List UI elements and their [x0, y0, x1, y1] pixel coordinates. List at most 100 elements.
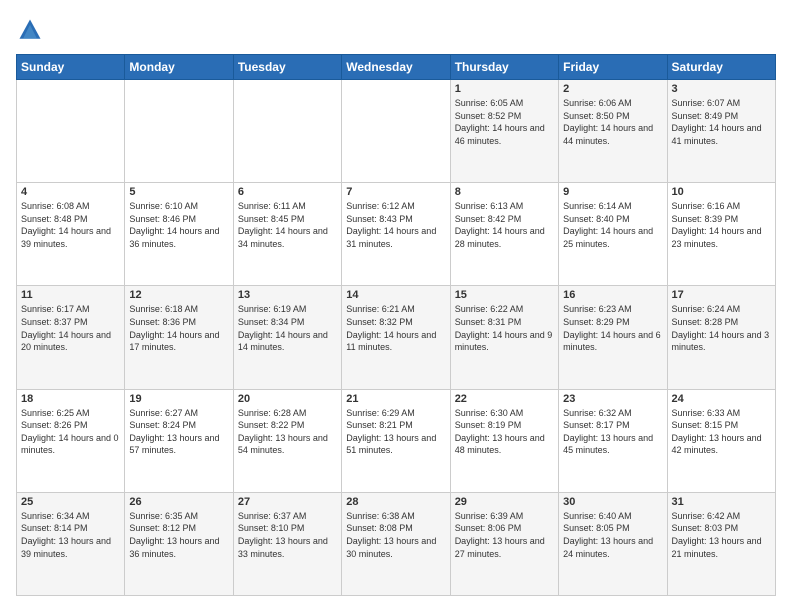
day-info: Sunrise: 6:30 AM Sunset: 8:19 PM Dayligh…	[455, 407, 554, 457]
calendar-day-header: Saturday	[667, 55, 775, 80]
calendar-cell: 30Sunrise: 6:40 AM Sunset: 8:05 PM Dayli…	[559, 492, 667, 595]
day-info: Sunrise: 6:42 AM Sunset: 8:03 PM Dayligh…	[672, 510, 771, 560]
day-number: 2	[563, 83, 662, 95]
day-number: 18	[21, 393, 120, 405]
calendar-cell: 26 Sunrise: 6:35 AM Sunset: 8:12 PM Dayli…	[125, 492, 233, 595]
day-info: Sunrise: 6:39 AM Sunset: 8:06 PM Dayligh…	[455, 510, 554, 560]
calendar-cell: 12Sunrise: 6:18 AM Sunset: 8:36 PM Dayli…	[125, 286, 233, 389]
day-info: Sunrise: 6:24 AM Sunset: 8:28 PM Dayligh…	[672, 303, 771, 353]
day-info: Sunrise: 6:33 AM Sunset: 8:15 PM Dayligh…	[672, 407, 771, 457]
day-number: 21	[346, 393, 445, 405]
day-number: 28	[346, 496, 445, 508]
calendar-cell: 17Sunrise: 6:24 AM Sunset: 8:28 PM Dayli…	[667, 286, 775, 389]
calendar-week-row: 1 Sunrise: 6:05 AM Sunset: 8:52 PM Daylig…	[17, 80, 776, 183]
logo-icon	[16, 16, 44, 44]
calendar-cell: 15Sunrise: 6:22 AM Sunset: 8:31 PM Dayli…	[450, 286, 558, 389]
day-info: Sunrise: 6:13 AM Sunset: 8:42 PM Dayligh…	[455, 200, 554, 250]
day-info: Sunrise: 6:07 AM Sunset: 8:49 PM Dayligh…	[672, 97, 771, 147]
calendar-cell: 3 Sunrise: 6:07 AM Sunset: 8:49 PM Daylig…	[667, 80, 775, 183]
calendar-cell: 16 Sunrise: 6:23 AM Sunset: 8:29 PM Dayli…	[559, 286, 667, 389]
day-number: 12	[129, 289, 228, 301]
day-info: Sunrise: 6:25 AM Sunset: 8:26 PM Dayligh…	[21, 407, 120, 457]
calendar-cell: 13 Sunrise: 6:19 AM Sunset: 8:34 PM Dayli…	[233, 286, 341, 389]
calendar-cell: 27 Sunrise: 6:37 AM Sunset: 8:10 PM Dayli…	[233, 492, 341, 595]
day-info: Sunrise: 6:08 AM Sunset: 8:48 PM Dayligh…	[21, 200, 120, 250]
day-number: 30	[563, 496, 662, 508]
day-number: 16	[563, 289, 662, 301]
calendar-cell	[233, 80, 341, 183]
calendar-week-row: 25 Sunrise: 6:34 AM Sunset: 8:14 PM Dayli…	[17, 492, 776, 595]
calendar-header-row: SundayMondayTuesdayWednesdayThursdayFrid…	[17, 55, 776, 80]
calendar-cell: 11 Sunrise: 6:17 AM Sunset: 8:37 PM Dayli…	[17, 286, 125, 389]
day-number: 26	[129, 496, 228, 508]
day-info: Sunrise: 6:29 AM Sunset: 8:21 PM Dayligh…	[346, 407, 445, 457]
day-number: 7	[346, 186, 445, 198]
calendar-day-header: Sunday	[17, 55, 125, 80]
day-number: 10	[672, 186, 771, 198]
day-info: Sunrise: 6:32 AM Sunset: 8:17 PM Dayligh…	[563, 407, 662, 457]
calendar-cell: 22 Sunrise: 6:30 AM Sunset: 8:19 PM Dayli…	[450, 389, 558, 492]
calendar-cell: 25 Sunrise: 6:34 AM Sunset: 8:14 PM Dayli…	[17, 492, 125, 595]
calendar-cell: 23 Sunrise: 6:32 AM Sunset: 8:17 PM Dayli…	[559, 389, 667, 492]
day-info: Sunrise: 6:28 AM Sunset: 8:22 PM Dayligh…	[238, 407, 337, 457]
calendar-cell: 8 Sunrise: 6:13 AM Sunset: 8:42 PM Daylig…	[450, 183, 558, 286]
header	[16, 16, 776, 44]
day-number: 23	[563, 393, 662, 405]
day-number: 24	[672, 393, 771, 405]
calendar-cell: 28 Sunrise: 6:38 AM Sunset: 8:08 PM Dayli…	[342, 492, 450, 595]
calendar-cell: 20 Sunrise: 6:28 AM Sunset: 8:22 PM Dayli…	[233, 389, 341, 492]
day-info: Sunrise: 6:12 AM Sunset: 8:43 PM Dayligh…	[346, 200, 445, 250]
day-info: Sunrise: 6:37 AM Sunset: 8:10 PM Dayligh…	[238, 510, 337, 560]
calendar-day-header: Monday	[125, 55, 233, 80]
calendar-week-row: 11 Sunrise: 6:17 AM Sunset: 8:37 PM Dayli…	[17, 286, 776, 389]
day-number: 27	[238, 496, 337, 508]
day-number: 11	[21, 289, 120, 301]
calendar-cell: 5Sunrise: 6:10 AM Sunset: 8:46 PM Daylig…	[125, 183, 233, 286]
calendar-cell: 7 Sunrise: 6:12 AM Sunset: 8:43 PM Daylig…	[342, 183, 450, 286]
day-info: Sunrise: 6:27 AM Sunset: 8:24 PM Dayligh…	[129, 407, 228, 457]
day-info: Sunrise: 6:05 AM Sunset: 8:52 PM Dayligh…	[455, 97, 554, 147]
day-info: Sunrise: 6:34 AM Sunset: 8:14 PM Dayligh…	[21, 510, 120, 560]
calendar-cell: 10Sunrise: 6:16 AM Sunset: 8:39 PM Dayli…	[667, 183, 775, 286]
calendar-table: SundayMondayTuesdayWednesdayThursdayFrid…	[16, 54, 776, 596]
day-number: 8	[455, 186, 554, 198]
calendar-cell: 4 Sunrise: 6:08 AM Sunset: 8:48 PM Daylig…	[17, 183, 125, 286]
day-number: 3	[672, 83, 771, 95]
calendar-cell: 2 Sunrise: 6:06 AM Sunset: 8:50 PM Daylig…	[559, 80, 667, 183]
day-number: 1	[455, 83, 554, 95]
day-info: Sunrise: 6:11 AM Sunset: 8:45 PM Dayligh…	[238, 200, 337, 250]
calendar-cell	[125, 80, 233, 183]
calendar-day-header: Wednesday	[342, 55, 450, 80]
calendar-cell: 6 Sunrise: 6:11 AM Sunset: 8:45 PM Daylig…	[233, 183, 341, 286]
page: SundayMondayTuesdayWednesdayThursdayFrid…	[0, 0, 792, 612]
calendar-cell	[342, 80, 450, 183]
day-number: 9	[563, 186, 662, 198]
day-number: 15	[455, 289, 554, 301]
day-info: Sunrise: 6:14 AM Sunset: 8:40 PM Dayligh…	[563, 200, 662, 250]
day-info: Sunrise: 6:23 AM Sunset: 8:29 PM Dayligh…	[563, 303, 662, 353]
day-info: Sunrise: 6:17 AM Sunset: 8:37 PM Dayligh…	[21, 303, 120, 353]
day-number: 19	[129, 393, 228, 405]
calendar-cell: 9 Sunrise: 6:14 AM Sunset: 8:40 PM Daylig…	[559, 183, 667, 286]
day-number: 29	[455, 496, 554, 508]
calendar-day-header: Thursday	[450, 55, 558, 80]
day-info: Sunrise: 6:19 AM Sunset: 8:34 PM Dayligh…	[238, 303, 337, 353]
day-info: Sunrise: 6:38 AM Sunset: 8:08 PM Dayligh…	[346, 510, 445, 560]
calendar-cell: 19 Sunrise: 6:27 AM Sunset: 8:24 PM Dayli…	[125, 389, 233, 492]
day-number: 14	[346, 289, 445, 301]
day-info: Sunrise: 6:35 AM Sunset: 8:12 PM Dayligh…	[129, 510, 228, 560]
day-number: 25	[21, 496, 120, 508]
day-number: 13	[238, 289, 337, 301]
day-number: 4	[21, 186, 120, 198]
calendar-cell: 31Sunrise: 6:42 AM Sunset: 8:03 PM Dayli…	[667, 492, 775, 595]
day-number: 20	[238, 393, 337, 405]
day-number: 6	[238, 186, 337, 198]
calendar-day-header: Friday	[559, 55, 667, 80]
day-info: Sunrise: 6:21 AM Sunset: 8:32 PM Dayligh…	[346, 303, 445, 353]
calendar-cell: 29 Sunrise: 6:39 AM Sunset: 8:06 PM Dayli…	[450, 492, 558, 595]
calendar-cell: 21 Sunrise: 6:29 AM Sunset: 8:21 PM Dayli…	[342, 389, 450, 492]
day-info: Sunrise: 6:10 AM Sunset: 8:46 PM Dayligh…	[129, 200, 228, 250]
day-info: Sunrise: 6:06 AM Sunset: 8:50 PM Dayligh…	[563, 97, 662, 147]
calendar-cell: 24 Sunrise: 6:33 AM Sunset: 8:15 PM Dayli…	[667, 389, 775, 492]
day-number: 22	[455, 393, 554, 405]
